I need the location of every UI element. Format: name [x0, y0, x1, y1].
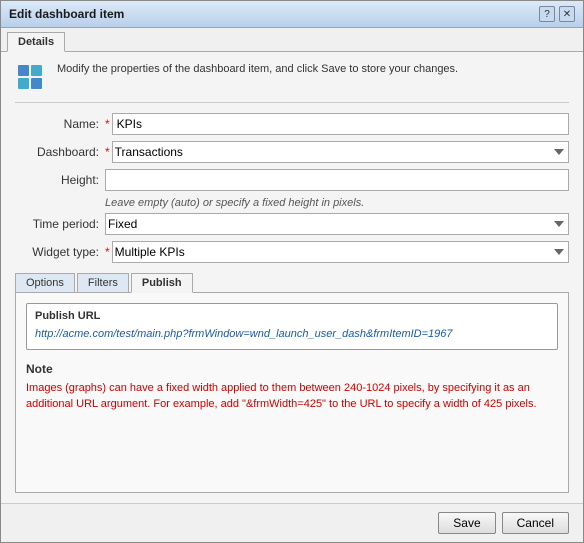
publish-url-text: http://acme.com/test/main.php?frmWindow=… [35, 326, 549, 343]
footer: Save Cancel [1, 503, 583, 542]
tab-details[interactable]: Details [7, 32, 65, 52]
dashboard-required: * [105, 145, 110, 159]
name-row: Name: * [15, 113, 569, 135]
name-label: Name: [15, 117, 105, 131]
dashboard-icon [15, 62, 47, 94]
note-text: Images (graphs) can have a fixed width a… [26, 380, 558, 413]
publish-url-box: Publish URL http://acme.com/test/main.ph… [26, 303, 558, 350]
widgettype-required: * [105, 245, 110, 259]
dialog: Edit dashboard item ? ✕ Details Modify t… [0, 0, 584, 543]
outer-tabs: Details [1, 28, 583, 52]
tab-publish[interactable]: Publish [131, 273, 193, 293]
cancel-button[interactable]: Cancel [502, 512, 569, 534]
help-button[interactable]: ? [539, 6, 555, 22]
title-bar: Edit dashboard item ? ✕ [1, 1, 583, 28]
dialog-title: Edit dashboard item [9, 7, 124, 21]
dashboard-label: Dashboard: [15, 145, 105, 159]
name-required: * [105, 117, 110, 131]
info-row: Modify the properties of the dashboard i… [15, 62, 569, 103]
note-title: Note [26, 362, 558, 376]
widgettype-row: Widget type: * Multiple KPIs [15, 241, 569, 263]
main-content: Modify the properties of the dashboard i… [1, 52, 583, 503]
timeperiod-row: Time period: Fixed [15, 213, 569, 235]
height-hint: Leave empty (auto) or specify a fixed he… [105, 197, 569, 209]
save-button[interactable]: Save [438, 512, 495, 534]
widgettype-label: Widget type: [15, 245, 105, 259]
name-input[interactable] [112, 113, 569, 135]
dashboard-select[interactable]: Transactions [112, 141, 569, 163]
dashboard-row: Dashboard: * Transactions [15, 141, 569, 163]
info-text: Modify the properties of the dashboard i… [57, 62, 458, 77]
note-section: Note Images (graphs) can have a fixed wi… [26, 362, 558, 413]
publish-url-title: Publish URL [35, 310, 549, 322]
height-input[interactable] [105, 169, 569, 191]
timeperiod-select[interactable]: Fixed [105, 213, 569, 235]
timeperiod-label: Time period: [15, 217, 105, 231]
height-label: Height: [15, 173, 105, 187]
tab-content: Publish URL http://acme.com/test/main.ph… [15, 293, 569, 493]
widgettype-select[interactable]: Multiple KPIs [112, 241, 569, 263]
close-button[interactable]: ✕ [559, 6, 575, 22]
tab-filters[interactable]: Filters [77, 273, 129, 292]
tab-options[interactable]: Options [15, 273, 75, 292]
inner-tabs: Options Filters Publish [15, 273, 569, 293]
title-bar-buttons: ? ✕ [539, 6, 575, 22]
height-row: Height: [15, 169, 569, 191]
